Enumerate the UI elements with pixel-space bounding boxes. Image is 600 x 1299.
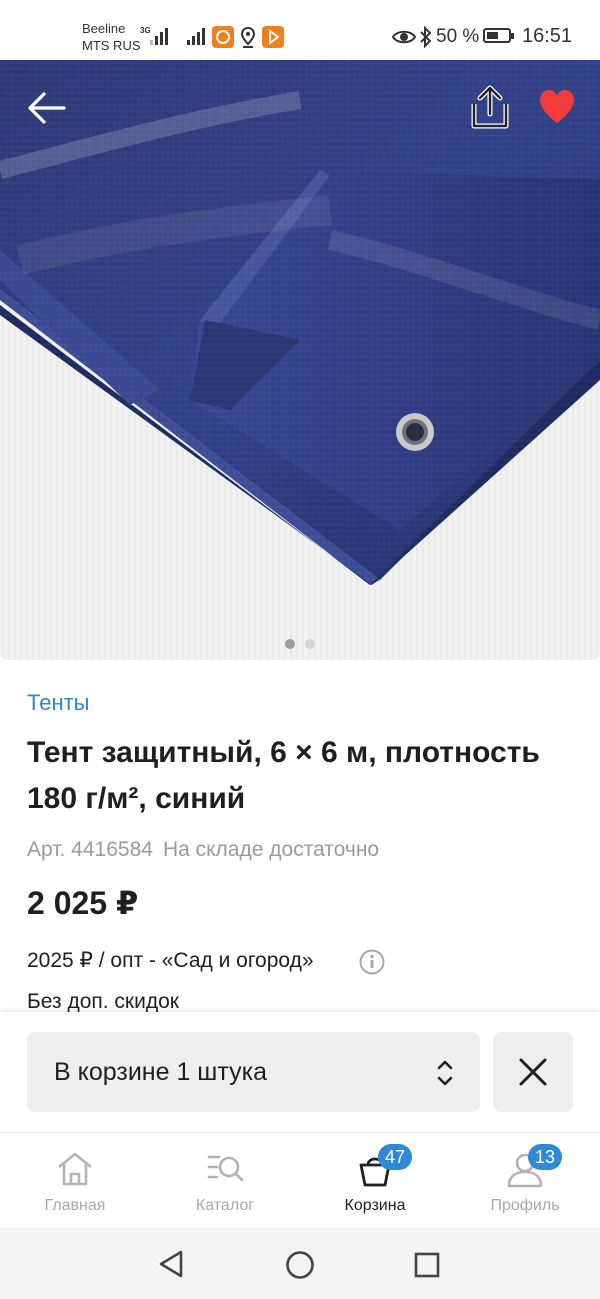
- tab-label: Каталог: [195, 1197, 255, 1214]
- gallery-pagination: [285, 639, 315, 649]
- tab-label: Профиль: [490, 1197, 560, 1214]
- carrier-2: MTS RUS: [82, 38, 141, 53]
- product-meta: Арт. 4416584 На складе достаточно: [27, 838, 379, 862]
- close-icon: [519, 1058, 547, 1086]
- signal-icon: [187, 28, 205, 45]
- play-icon: [262, 26, 284, 48]
- location-icon: [240, 26, 256, 48]
- nav-recents-icon[interactable]: [414, 1252, 440, 1278]
- stock-status: На складе достаточно: [162, 838, 380, 861]
- tab-cart[interactable]: 47 Корзина: [300, 1133, 450, 1228]
- heart-icon[interactable]: [538, 88, 576, 126]
- article-number: Арт. 4416584: [27, 838, 153, 861]
- pagination-dot-active[interactable]: [285, 639, 295, 649]
- info-icon[interactable]: [359, 949, 385, 975]
- updown-chevron-icon: [437, 1060, 453, 1086]
- discount-note: Без доп. скидок: [27, 990, 179, 1012]
- nav-back-icon[interactable]: [157, 1249, 185, 1279]
- product-title: Тент защитный, 6 × 6 м, плотность 180 г/…: [27, 736, 540, 815]
- tab-home[interactable]: Главная: [0, 1133, 150, 1228]
- product-price: 2 025 ₽: [27, 885, 139, 921]
- signal-icon: [150, 28, 168, 45]
- tab-label: Главная: [44, 1197, 106, 1214]
- share-icon[interactable]: [470, 84, 510, 130]
- clock: 16:51: [522, 25, 573, 47]
- product-gallery[interactable]: [0, 60, 600, 660]
- cart-count-badge: 47: [378, 1144, 412, 1170]
- status-bar: Beeline MTS RUS 3G 50 % 16:51: [0, 0, 600, 60]
- system-navigation-bar: [0, 1227, 600, 1299]
- nav-home-icon[interactable]: [285, 1250, 315, 1280]
- app-notification-icon: [212, 26, 234, 48]
- product-category-link[interactable]: Тенты: [27, 690, 89, 716]
- eye-icon: [392, 30, 416, 44]
- carrier-1: Beeline: [82, 21, 126, 36]
- catalog-search-icon: [207, 1155, 244, 1182]
- battery-icon: [483, 28, 514, 43]
- remove-from-cart-button[interactable]: [493, 1032, 573, 1112]
- back-arrow-icon[interactable]: [24, 88, 70, 128]
- product-image: [0, 60, 600, 660]
- cart-action-panel: В корзине 1 штука: [0, 1012, 600, 1132]
- wholesale-price: 2025 ₽ / опт - «Сад и огород»: [27, 949, 314, 972]
- bottom-tab-bar: Главная Каталог 47 Корзина 13 Профиль: [0, 1132, 600, 1227]
- profile-notification-badge: 13: [528, 1144, 562, 1170]
- cart-quantity-selector[interactable]: В корзине 1 штука: [27, 1032, 480, 1112]
- battery-percent: 50 %: [436, 26, 480, 47]
- carrier-names: Beeline MTS RUS: [82, 20, 141, 54]
- tab-label: Корзина: [344, 1197, 406, 1214]
- tab-catalog[interactable]: Каталог: [150, 1133, 300, 1228]
- tab-profile[interactable]: 13 Профиль: [450, 1133, 600, 1228]
- bluetooth-icon: [420, 26, 432, 48]
- pagination-dot[interactable]: [305, 639, 315, 649]
- home-icon: [58, 1152, 92, 1186]
- cart-quantity-label: В корзине 1 штука: [54, 1058, 267, 1086]
